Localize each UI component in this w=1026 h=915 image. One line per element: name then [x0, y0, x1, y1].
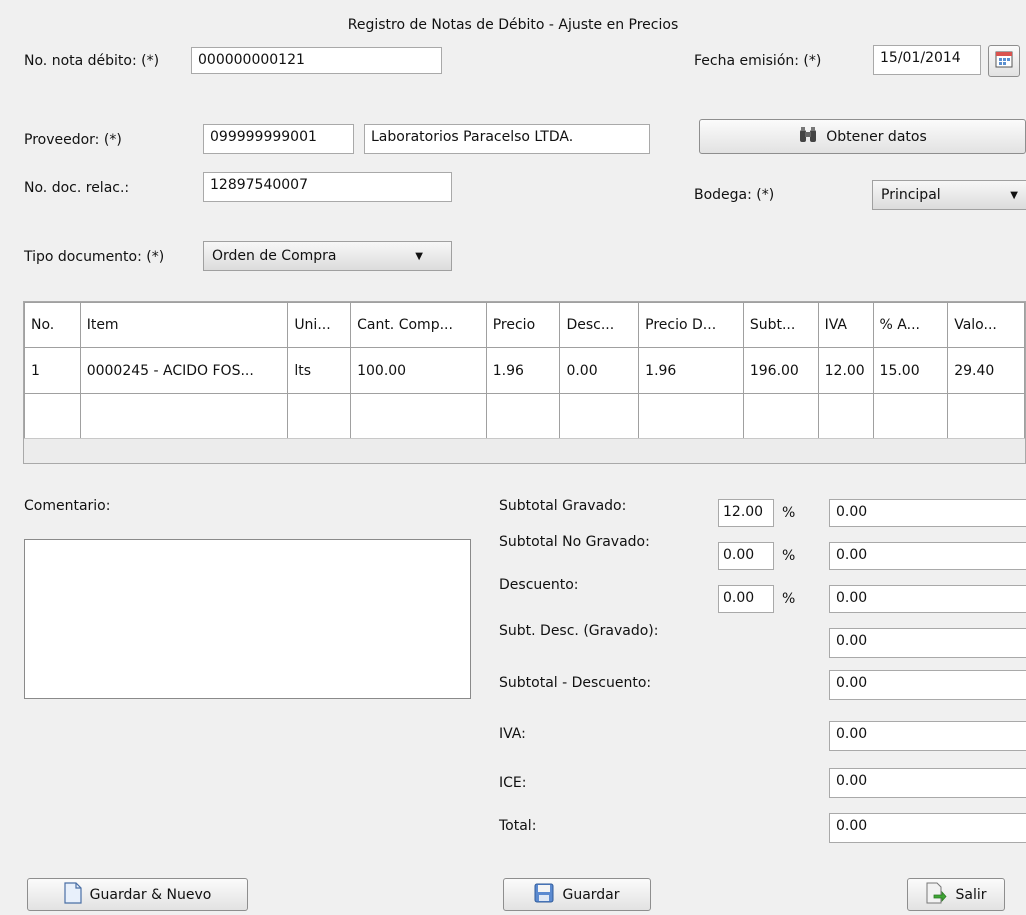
table-cell[interactable]: [287, 393, 352, 440]
chevron-down-icon: ▼: [1010, 189, 1018, 201]
comentario-textarea[interactable]: [24, 539, 471, 699]
table-cell[interactable]: 196.00: [742, 347, 819, 394]
column-header[interactable]: Precio: [485, 302, 561, 348]
guardar-button[interactable]: Guardar: [503, 878, 651, 911]
window-title: Registro de Notas de Débito - Ajuste en …: [347, 17, 679, 33]
pct-symbol: %: [782, 591, 796, 607]
tipo-documento-value: Orden de Compra: [212, 248, 337, 264]
proveedor-ruc-input[interactable]: 099999999001: [203, 124, 354, 154]
subtotal-gravado-pct-input[interactable]: 12.00: [718, 499, 774, 527]
table-cell[interactable]: 15.00: [872, 347, 949, 394]
tipo-documento-select[interactable]: Orden de Compra ▼: [203, 241, 452, 271]
guardar-nuevo-button[interactable]: Guardar & Nuevo: [27, 878, 248, 911]
obtener-datos-button[interactable]: Obtener datos: [699, 119, 1026, 154]
bodega-value: Principal: [881, 187, 941, 203]
bodega-select[interactable]: Principal ▼: [872, 180, 1026, 210]
table-cell[interactable]: 1: [24, 347, 81, 394]
column-header[interactable]: Subt...: [742, 302, 819, 348]
fecha-input[interactable]: 15/01/2014: [873, 45, 981, 75]
fecha-label: Fecha emisión: (*): [694, 53, 822, 69]
table-cell[interactable]: 12.00: [817, 347, 874, 394]
salir-label: Salir: [955, 886, 987, 903]
table-cell[interactable]: 0000245 - ACIDO FOS...: [79, 347, 289, 394]
descuento-label: Descuento:: [499, 577, 579, 593]
table-cell[interactable]: [24, 393, 81, 440]
table-cell[interactable]: [485, 393, 561, 440]
table-cell[interactable]: [638, 393, 744, 440]
ice-label: ICE:: [499, 775, 527, 791]
table-cell[interactable]: [79, 393, 289, 440]
table-cell[interactable]: 100.00: [350, 347, 487, 394]
table-cell[interactable]: lts: [287, 347, 352, 394]
subt-desc-gravado-input[interactable]: 0.00: [829, 628, 1026, 658]
column-header[interactable]: Item: [79, 302, 289, 348]
salir-button[interactable]: Salir: [907, 878, 1005, 911]
column-header[interactable]: Uni...: [287, 302, 352, 348]
nota-label: No. nota débito: (*): [24, 53, 160, 69]
pct-symbol: %: [782, 505, 796, 521]
table-header-row: No. Item Uni... Cant. Comp... Precio Des…: [24, 302, 1025, 348]
guardar-nuevo-label: Guardar & Nuevo: [89, 886, 212, 903]
table-row[interactable]: 1 0000245 - ACIDO FOS... lts 100.00 1.96…: [24, 347, 1025, 394]
descuento-input[interactable]: 0.00: [829, 585, 1026, 613]
nota-input[interactable]: 000000000121: [191, 47, 442, 74]
table-row-empty[interactable]: [24, 393, 1025, 440]
tipo-documento-label: Tipo documento: (*): [24, 249, 165, 265]
column-header[interactable]: Valo...: [947, 302, 1025, 348]
column-header[interactable]: Cant. Comp...: [350, 302, 487, 348]
total-input[interactable]: 0.00: [829, 813, 1026, 843]
table-cell[interactable]: [947, 393, 1025, 440]
column-header[interactable]: IVA: [817, 302, 874, 348]
subtotal-descuento-input[interactable]: 0.00: [829, 670, 1026, 700]
subt-desc-gravado-label: Subt. Desc. (Gravado):: [499, 623, 659, 639]
table-cell[interactable]: [559, 393, 640, 440]
pct-symbol: %: [782, 548, 796, 564]
subtotal-descuento-label: Subtotal - Descuento:: [499, 675, 652, 691]
floppy-disk-icon: [534, 883, 554, 907]
total-label: Total:: [499, 818, 537, 834]
bodega-label: Bodega: (*): [694, 187, 775, 203]
subtotal-gravado-label: Subtotal Gravado:: [499, 498, 627, 514]
column-header[interactable]: No.: [24, 302, 81, 348]
items-table[interactable]: No. Item Uni... Cant. Comp... Precio Des…: [23, 301, 1026, 464]
table-cell[interactable]: [872, 393, 949, 440]
subtotal-no-gravado-input[interactable]: 0.00: [829, 542, 1026, 570]
iva-label: IVA:: [499, 726, 526, 742]
proveedor-nombre-input[interactable]: Laboratorios Paracelso LTDA.: [364, 124, 650, 154]
obtener-datos-label: Obtener datos: [826, 128, 927, 145]
table-cell[interactable]: 29.40: [947, 347, 1025, 394]
chevron-down-icon: ▼: [415, 250, 423, 262]
column-header[interactable]: % A...: [872, 302, 949, 348]
table-cell[interactable]: [350, 393, 487, 440]
table-cell[interactable]: 1.96: [638, 347, 744, 394]
iva-input[interactable]: 0.00: [829, 721, 1026, 751]
subtotal-no-gravado-pct-input[interactable]: 0.00: [718, 542, 774, 570]
proveedor-label: Proveedor: (*): [24, 132, 122, 148]
table-cell[interactable]: 1.96: [485, 347, 561, 394]
calendar-button[interactable]: [988, 45, 1020, 77]
guardar-label: Guardar: [562, 886, 620, 903]
subtotal-no-gravado-label: Subtotal No Gravado:: [499, 534, 650, 550]
descuento-pct-input[interactable]: 0.00: [718, 585, 774, 613]
subtotal-gravado-input[interactable]: 0.00: [829, 499, 1026, 527]
table-cell[interactable]: [817, 393, 874, 440]
doc-relac-input[interactable]: 12897540007: [203, 172, 452, 202]
column-header[interactable]: Desc...: [559, 302, 640, 348]
comentario-label: Comentario:: [24, 498, 111, 514]
table-cell[interactable]: [742, 393, 819, 440]
document-icon: [64, 881, 82, 908]
calendar-icon: [995, 50, 1013, 72]
doc-relac-label: No. doc. relac.:: [24, 180, 130, 196]
table-cell[interactable]: 0.00: [559, 347, 640, 394]
column-header[interactable]: Precio D...: [638, 302, 744, 348]
binoculars-icon: [798, 126, 818, 148]
horizontal-scrollbar[interactable]: [24, 438, 1025, 463]
exit-icon: [925, 882, 948, 908]
ice-input[interactable]: 0.00: [829, 768, 1026, 798]
